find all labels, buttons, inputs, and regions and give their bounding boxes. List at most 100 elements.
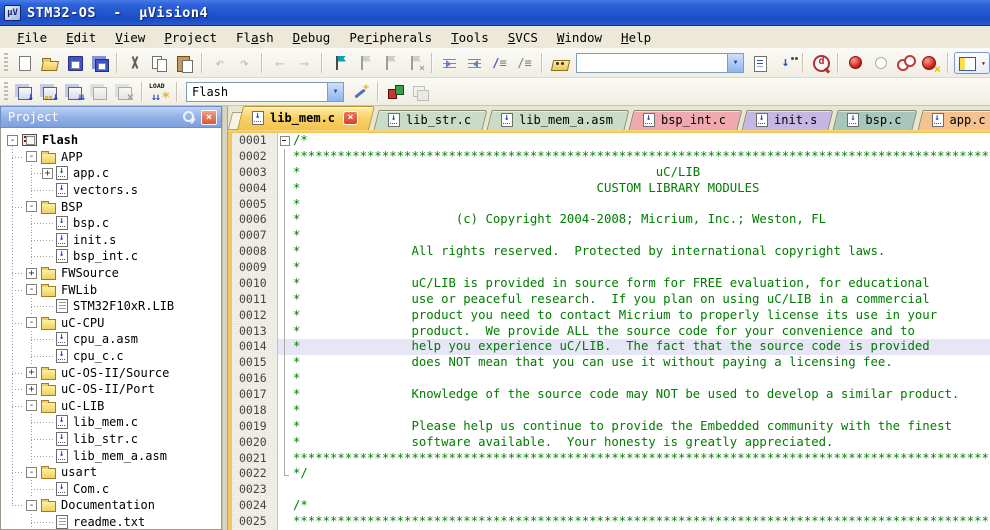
target-options-button[interactable] [349, 81, 372, 103]
menu-project[interactable]: Project [155, 28, 226, 47]
tree-item-init-s[interactable]: init.s [1, 232, 221, 249]
fold-margin[interactable] [278, 387, 291, 403]
tree-item-ucos-source[interactable]: + uC-OS-II/Source [1, 364, 221, 381]
tree-item-lib-str-c[interactable]: lib_str.c [1, 431, 221, 448]
fold-margin[interactable] [278, 260, 291, 276]
fold-margin[interactable] [278, 149, 291, 165]
menu-window[interactable]: Window [548, 28, 611, 47]
tree-item-usart-group[interactable]: - usart [1, 464, 221, 481]
fold-margin[interactable] [278, 339, 291, 355]
enable-disable-breakpoint-button[interactable] [869, 52, 892, 74]
dropdown-arrow-icon[interactable] [327, 83, 343, 101]
uncomment-button[interactable] [513, 52, 536, 74]
tree-item-bsp-c[interactable]: bsp.c [1, 215, 221, 232]
tree-item-fwsource-group[interactable]: + FWSource [1, 265, 221, 282]
fold-margin[interactable] [278, 165, 291, 181]
code-editor[interactable]: 0001 /* 0002 ***************************… [228, 133, 990, 530]
tree-expander[interactable]: + [26, 384, 37, 395]
tree-item-app-group[interactable]: - APP [1, 149, 221, 166]
tree-item-stm32f10xr-lib[interactable]: STM32F10xR.LIB [1, 298, 221, 315]
toolbar-drag-handle[interactable] [4, 53, 8, 73]
batch-build-button[interactable] [88, 81, 111, 103]
fold-margin[interactable] [278, 228, 291, 244]
fold-margin[interactable] [278, 403, 291, 419]
tree-expander[interactable]: - [26, 201, 37, 212]
fold-margin[interactable] [278, 212, 291, 228]
paste-button[interactable] [173, 52, 196, 74]
tree-item-fwlib-group[interactable]: - FWLib [1, 281, 221, 298]
fold-margin[interactable] [278, 419, 291, 435]
tree-expander[interactable]: + [26, 367, 37, 378]
tree-item-cpu-c-c[interactable]: cpu_c.c [1, 348, 221, 365]
tree-expander[interactable]: - [26, 400, 37, 411]
tree-expander[interactable]: - [26, 151, 37, 162]
menu-edit[interactable]: Edit [57, 28, 105, 47]
window-layout-button[interactable] [409, 81, 432, 103]
menu-svcs[interactable]: SVCS [499, 28, 547, 47]
fold-margin[interactable] [278, 308, 291, 324]
tree-item-lib-mem-c[interactable]: lib_mem.c [1, 414, 221, 431]
menu-view[interactable]: View [106, 28, 154, 47]
rebuild-all-button[interactable] [63, 81, 86, 103]
redo-button[interactable] [233, 52, 256, 74]
tree-expander[interactable]: - [7, 135, 18, 146]
download-to-flash-button[interactable] [148, 81, 171, 103]
fold-margin[interactable] [278, 498, 291, 514]
tab-lib-mem-a-asm[interactable]: lib_mem_a.asm [489, 110, 627, 130]
next-bookmark-button[interactable] [378, 52, 401, 74]
insert-bookmark-button[interactable] [328, 52, 351, 74]
target-select-combobox[interactable]: Flash [186, 82, 344, 102]
menu-debug[interactable]: Debug [284, 28, 340, 47]
stop-build-button[interactable] [113, 81, 136, 103]
fold-margin[interactable] [278, 133, 291, 149]
tab-bsp-c[interactable]: bsp.c [835, 110, 915, 130]
tab-init-s[interactable]: init.s [744, 110, 831, 130]
tab-lib-mem-c[interactable]: lib_mem.c [240, 106, 372, 130]
translate-file-button[interactable] [13, 81, 36, 103]
menu-tools[interactable]: Tools [442, 28, 498, 47]
fold-margin[interactable] [278, 197, 291, 213]
tree-item-lib-mem-a-asm[interactable]: lib_mem_a.asm [1, 447, 221, 464]
tree-item-flash-target[interactable]: - Flash [1, 132, 221, 149]
fold-margin[interactable] [278, 371, 291, 387]
comment-button[interactable] [488, 52, 511, 74]
tree-item-readme-txt[interactable]: readme.txt [1, 514, 221, 530]
fold-margin[interactable] [278, 181, 291, 197]
save-all-button[interactable] [88, 52, 111, 74]
menu-help[interactable]: Help [612, 28, 660, 47]
tree-item-ucos-port[interactable]: + uC-OS-II/Port [1, 381, 221, 398]
tree-item-bsp-int-c[interactable]: bsp_int.c [1, 248, 221, 265]
fold-margin[interactable] [278, 451, 291, 467]
fold-margin[interactable] [278, 292, 291, 308]
tree-item-vectors-s[interactable]: vectors.s [1, 182, 221, 199]
tree-item-bsp-group[interactable]: - BSP [1, 198, 221, 215]
tab-lib-str-c[interactable]: lib_str.c [376, 110, 485, 130]
title-bar[interactable]: µV STM32-OS - µVision4 [0, 0, 990, 26]
auto-hide-pin-icon[interactable] [182, 110, 197, 124]
tree-expander[interactable]: + [26, 268, 37, 279]
previous-bookmark-button[interactable] [353, 52, 376, 74]
save-button[interactable] [63, 52, 86, 74]
tree-expander[interactable]: + [42, 168, 53, 179]
new-file-button[interactable] [13, 52, 36, 74]
navigate-back-button[interactable] [268, 52, 291, 74]
indent-button[interactable] [438, 52, 461, 74]
tab-app-c[interactable]: app.c [920, 110, 990, 130]
tree-item-app-c[interactable]: + app.c [1, 165, 221, 182]
menu-peripherals[interactable]: Peripherals [340, 28, 441, 47]
tree-item-cpu-a-asm[interactable]: cpu_a.asm [1, 331, 221, 348]
find-text-button[interactable] [749, 52, 772, 74]
tree-expander[interactable]: - [26, 467, 37, 478]
tab-bsp-int-c[interactable]: bsp_int.c [631, 110, 740, 130]
menu-file[interactable]: File [8, 28, 56, 47]
manage-components-button[interactable] [384, 81, 407, 103]
fold-margin[interactable] [278, 276, 291, 292]
open-file-button[interactable] [38, 52, 61, 74]
cut-button[interactable] [123, 52, 146, 74]
fold-margin[interactable] [278, 435, 291, 451]
fold-margin[interactable] [278, 244, 291, 260]
find-in-files-button[interactable] [548, 52, 571, 74]
tree-expander[interactable]: - [26, 317, 37, 328]
fold-margin[interactable] [278, 514, 291, 530]
show-panels-button[interactable] [954, 52, 990, 74]
